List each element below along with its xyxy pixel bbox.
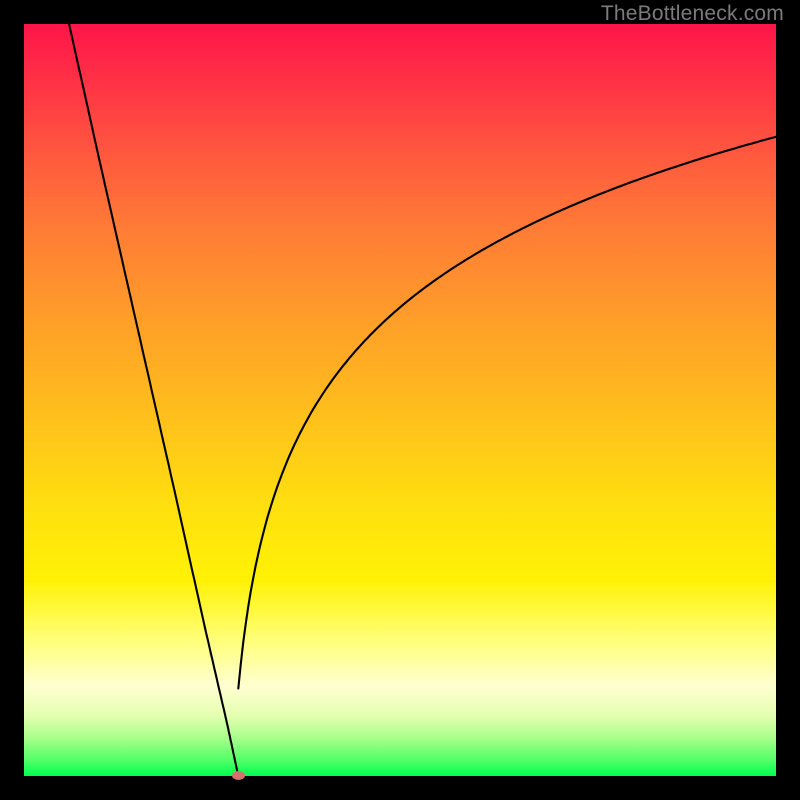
watermark-text: TheBottleneck.com <box>601 2 784 26</box>
curve-right-branch <box>238 137 776 689</box>
plot-area <box>24 24 776 776</box>
chart-frame: TheBottleneck.com <box>0 0 800 800</box>
curve-left-branch <box>69 24 238 776</box>
minimum-marker <box>232 771 245 780</box>
bottleneck-curve <box>24 24 776 776</box>
